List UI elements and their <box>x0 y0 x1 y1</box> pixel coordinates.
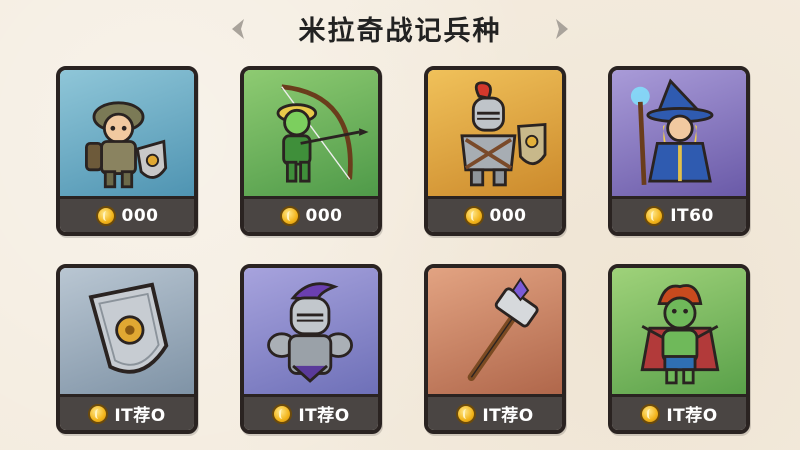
unit-card-hammer[interactable]: IT荐O <box>424 264 566 434</box>
archer-icon <box>276 84 369 183</box>
unit-price: IT荐O <box>666 406 718 426</box>
coin-icon <box>640 403 661 424</box>
coin-icon <box>463 205 484 226</box>
unit-art <box>612 268 746 394</box>
coin-icon <box>456 403 477 424</box>
unit-card-soldier[interactable]: 000 <box>56 66 198 236</box>
unit-art <box>244 70 378 196</box>
chevron-right-icon[interactable] <box>548 16 574 42</box>
unit-card-armored-knight[interactable]: IT荐O <box>240 264 382 434</box>
unit-art <box>428 268 562 394</box>
goblin-icon <box>640 284 720 385</box>
price-bar: IT荐O <box>244 394 378 430</box>
armored-knight-icon <box>267 282 353 383</box>
price-bar: 000 <box>428 196 562 232</box>
price-bar: IT荐O <box>428 394 562 430</box>
coin-icon <box>88 403 109 424</box>
shield-icon <box>88 282 169 374</box>
coin-icon <box>279 205 300 226</box>
price-bar: 000 <box>60 196 194 232</box>
price-bar: IT荐O <box>612 394 746 430</box>
header: 米拉奇战记兵种 <box>0 0 800 56</box>
wizard-icon <box>630 78 714 186</box>
unit-art <box>612 70 746 196</box>
coin-icon <box>644 205 665 226</box>
unit-art <box>428 70 562 196</box>
unit-art <box>60 268 194 394</box>
unit-card-archer[interactable]: 000 <box>240 66 382 236</box>
unit-card-goblin[interactable]: IT荐O <box>608 264 750 434</box>
unit-card-wizard[interactable]: IT60 <box>608 66 750 236</box>
unit-price: IT荐O <box>482 406 534 426</box>
hammer-icon <box>467 277 539 382</box>
unit-price: IT荐O <box>298 406 350 426</box>
soldier-icon <box>85 101 168 189</box>
unit-price: 000 <box>121 205 159 226</box>
unit-card-shield[interactable]: IT荐O <box>56 264 198 434</box>
coin-icon <box>95 205 116 226</box>
coin-icon <box>272 403 293 424</box>
unit-art <box>244 268 378 394</box>
knight-icon <box>460 81 547 187</box>
unit-card-knight[interactable]: 000 <box>424 66 566 236</box>
page-title: 米拉奇战记兵种 <box>298 15 502 47</box>
chevron-left-icon[interactable] <box>226 16 252 42</box>
price-bar: 000 <box>244 196 378 232</box>
unit-price: 000 <box>489 205 527 226</box>
price-bar: IT60 <box>612 196 746 232</box>
unit-art <box>60 70 194 196</box>
price-bar: IT荐O <box>60 394 194 430</box>
unit-price: IT荐O <box>114 406 166 426</box>
unit-price: 000 <box>305 205 343 226</box>
unit-price: IT60 <box>670 205 714 226</box>
